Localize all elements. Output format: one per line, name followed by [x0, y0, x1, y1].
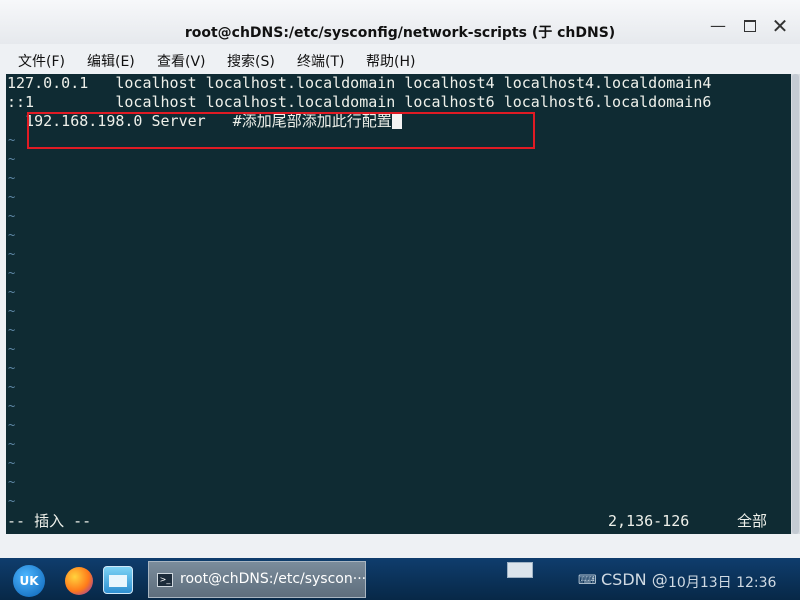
empty-line-tilde: ~	[8, 228, 16, 242]
menu-help[interactable]: 帮助(H)	[366, 51, 415, 71]
minimize-icon: —	[710, 16, 726, 35]
empty-line-tilde: ~	[8, 494, 16, 508]
taskbar-terminal-task[interactable]: >_ root@chDNS:/etc/syscon···	[148, 561, 366, 598]
close-icon: ✕	[771, 14, 789, 38]
file-manager-icon[interactable]	[103, 566, 133, 594]
menu-edit[interactable]: 编辑(E)	[87, 51, 135, 71]
task-label: root@chDNS:/etc/syscon···	[180, 571, 367, 587]
close-button[interactable]: ✕	[768, 14, 792, 38]
tray-watermark: CSDN @	[601, 570, 668, 589]
terminal-area[interactable]: 127.0.0.1 localhost localhost.localdomai…	[6, 74, 791, 534]
terminal-icon: >_	[157, 573, 173, 587]
terminal-scrollbar[interactable]	[791, 74, 800, 534]
empty-line-tilde: ~	[8, 171, 16, 185]
window-title: root@chDNS:/etc/sysconfig/network-script…	[184, 25, 616, 41]
empty-line-tilde: ~	[8, 399, 16, 413]
maximize-icon	[744, 20, 756, 32]
menu-file[interactable]: 文件(F)	[18, 51, 65, 71]
hosts-line-ipv6: ::1 localhost localhost.localdomain loca…	[7, 93, 712, 111]
empty-line-tilde: ~	[8, 342, 16, 356]
status-mode: -- 插入 --	[7, 512, 92, 530]
empty-line-tilde: ~	[8, 209, 16, 223]
maximize-button[interactable]	[738, 14, 762, 38]
menu-view[interactable]: 查看(V)	[157, 51, 206, 71]
scrollbar-thumb[interactable]	[792, 74, 799, 534]
empty-line-tilde: ~	[8, 323, 16, 337]
empty-line-tilde: ~	[8, 133, 16, 147]
display-icon[interactable]	[507, 562, 533, 578]
minimize-button[interactable]: —	[706, 14, 730, 38]
keyboard-icon[interactable]: ⌨	[578, 573, 597, 588]
status-scope: 全部	[737, 512, 768, 530]
hosts-line-ipv4: 127.0.0.1 localhost localhost.localdomai…	[7, 74, 712, 92]
title-bar[interactable]: root@chDNS:/etc/sysconfig/network-script…	[0, 0, 800, 44]
menu-bar: 文件(F) 编辑(E) 查看(V) 搜索(S) 终端(T) 帮助(H)	[0, 48, 800, 74]
empty-line-tilde: ~	[8, 190, 16, 204]
empty-line-tilde: ~	[8, 475, 16, 489]
clock[interactable]: 10月13日 12:36	[668, 572, 776, 592]
launcher-icon[interactable]: UK	[13, 565, 45, 597]
highlight-box	[27, 112, 535, 149]
empty-line-tilde: ~	[8, 285, 16, 299]
empty-line-tilde: ~	[8, 456, 16, 470]
empty-line-tilde: ~	[8, 247, 16, 261]
firefox-icon[interactable]	[65, 567, 93, 595]
menu-terminal[interactable]: 终端(T)	[297, 51, 344, 71]
empty-line-tilde: ~	[8, 418, 16, 432]
empty-line-tilde: ~	[8, 304, 16, 318]
menu-search[interactable]: 搜索(S)	[227, 51, 275, 71]
empty-line-tilde: ~	[8, 361, 16, 375]
empty-line-tilde: ~	[8, 437, 16, 451]
empty-line-tilde: ~	[8, 266, 16, 280]
empty-line-tilde: ~	[8, 152, 16, 166]
status-position: 2,136-126	[608, 512, 690, 530]
empty-line-tilde: ~	[8, 380, 16, 394]
